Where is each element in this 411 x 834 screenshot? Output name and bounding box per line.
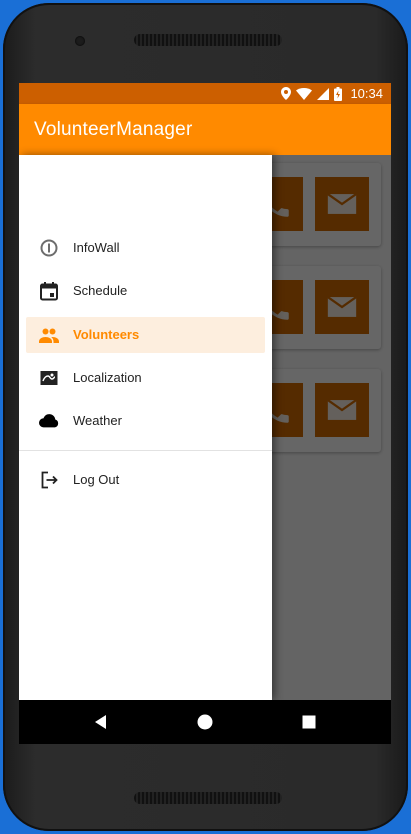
navigation-drawer: InfoWall Schedule Volunteers Localizatio…	[19, 155, 272, 700]
drawer-item-label: Weather	[73, 413, 122, 428]
logout-icon	[41, 471, 58, 489]
drawer-item-schedule[interactable]: Schedule	[26, 273, 265, 309]
status-time: 10:34	[350, 86, 383, 101]
map-icon	[40, 371, 58, 385]
drawer-divider	[19, 450, 272, 451]
drawer-item-volunteers[interactable]: Volunteers	[26, 317, 265, 353]
drawer-item-logout[interactable]: Log Out	[26, 462, 265, 498]
drawer-item-infowall[interactable]: InfoWall	[26, 230, 265, 266]
bottom-speaker	[134, 792, 282, 804]
app-bar: VolunteerManager	[19, 104, 391, 155]
status-bar: 10:34	[19, 83, 391, 104]
cloud-icon	[39, 414, 59, 428]
front-camera	[75, 36, 85, 46]
drawer-item-label: Log Out	[73, 472, 120, 487]
app-title: VolunteerManager	[34, 119, 193, 140]
system-nav-bar	[19, 700, 391, 744]
app-screen: 10:34 VolunteerManager InfoWall Schedule…	[19, 83, 391, 744]
drawer-item-label: Volunteers	[73, 327, 140, 342]
back-icon[interactable]	[91, 712, 111, 732]
drawer-item-weather[interactable]: Weather	[26, 403, 265, 439]
signal-icon	[317, 87, 330, 100]
info-icon	[40, 239, 58, 257]
recents-icon[interactable]	[299, 712, 319, 732]
home-icon[interactable]	[195, 712, 215, 732]
status-icons: 10:34	[281, 86, 383, 101]
top-speaker	[134, 34, 282, 46]
people-icon	[39, 328, 59, 343]
wifi-icon	[296, 87, 313, 100]
battery-icon	[334, 86, 343, 101]
calendar-icon	[40, 282, 58, 301]
location-icon	[281, 87, 292, 100]
drawer-item-label: Schedule	[73, 283, 128, 298]
drawer-item-label: Localization	[73, 370, 142, 385]
drawer-item-localization[interactable]: Localization	[26, 360, 265, 396]
drawer-item-label: InfoWall	[73, 240, 120, 255]
